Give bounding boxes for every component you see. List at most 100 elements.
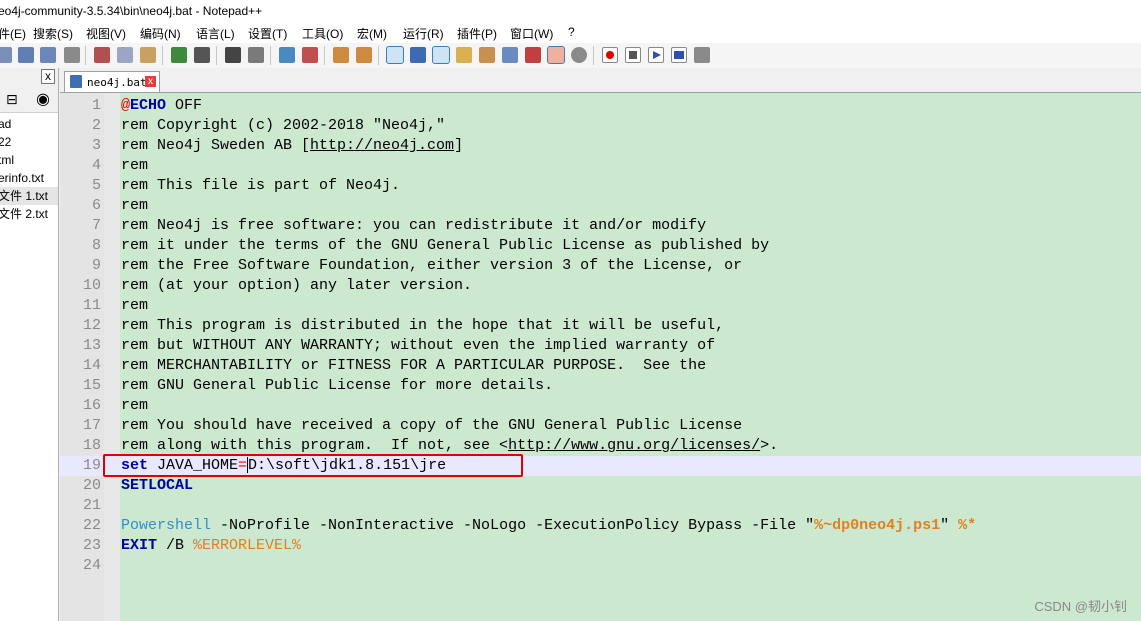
line-text[interactable]: rem MERCHANTABILITY or FITNESS FOR A PAR… <box>121 356 706 376</box>
function-list-icon[interactable] <box>479 47 495 63</box>
locate-icon[interactable]: ◉ <box>36 89 50 109</box>
line-text[interactable]: EXIT /B %ERRORLEVEL% <box>121 536 301 556</box>
line-number: 3 <box>91 137 101 154</box>
code-line[interactable]: 22 Powershell -NoProfile -NonInteractive … <box>60 516 1141 536</box>
code-line[interactable]: 23 EXIT /B %ERRORLEVEL% <box>60 536 1141 556</box>
undo-icon[interactable] <box>171 47 187 63</box>
word-wrap-icon[interactable] <box>386 46 404 64</box>
monitoring-icon[interactable] <box>525 47 541 63</box>
line-text[interactable]: rem <box>121 196 148 216</box>
list-item[interactable]: 文件 2.txt <box>0 205 58 223</box>
line-text[interactable]: rem Copyright (c) 2002-2018 "Neo4j," <box>121 116 445 136</box>
tab-neo4j-bat[interactable]: neo4j.bat x <box>64 71 160 92</box>
list-item[interactable]: 文件 1.txt <box>0 187 58 205</box>
doc-switcher-icon[interactable] <box>547 46 565 64</box>
list-item[interactable]: tml <box>0 151 58 169</box>
code-line[interactable]: 14 rem MERCHANTABILITY or FITNESS FOR A P… <box>60 356 1141 376</box>
line-text[interactable]: rem (at your option) any later version. <box>121 276 472 296</box>
menu-macro[interactable]: 宏(M) <box>357 25 387 42</box>
code-line[interactable]: 6 rem <box>60 196 1141 216</box>
menu-plugins[interactable]: 插件(P) <box>457 25 497 42</box>
line-text[interactable]: @ECHO OFF <box>121 96 202 116</box>
record-macro-icon[interactable] <box>602 47 618 63</box>
line-text[interactable]: rem it under the terms of the GNU Genera… <box>121 236 769 256</box>
code-line[interactable]: 20 SETLOCAL <box>60 476 1141 496</box>
line-text[interactable]: rem <box>121 396 148 416</box>
code-line[interactable]: 21 <box>60 496 1141 516</box>
code-line[interactable]: 8 rem it under the terms of the GNU Gener… <box>60 236 1141 256</box>
print-icon[interactable] <box>64 47 80 63</box>
line-text[interactable]: SETLOCAL <box>121 476 193 496</box>
menu-encoding[interactable]: 编码(N) <box>140 25 181 42</box>
stop-record-icon[interactable] <box>625 47 641 63</box>
collapse-all-icon[interactable]: ⊟ <box>6 91 18 108</box>
line-text[interactable]: rem but WITHOUT ANY WARRANTY; without ev… <box>121 336 715 356</box>
cut-icon[interactable] <box>94 47 110 63</box>
save-icon[interactable] <box>18 47 34 63</box>
code-line[interactable]: 13 rem but WITHOUT ANY WARRANTY; without … <box>60 336 1141 356</box>
indent-guide-icon[interactable] <box>432 46 450 64</box>
file-saved-icon <box>70 75 82 88</box>
editor[interactable]: 1 @ECHO OFF 2 rem Copyright (c) 2002-2018 … <box>60 93 1141 621</box>
doc-map-icon[interactable] <box>456 47 472 63</box>
new-file-icon[interactable] <box>0 47 12 63</box>
code-line[interactable]: 17 rem You should have received a copy of… <box>60 416 1141 436</box>
code-line[interactable]: 9 rem the Free Software Foundation, eithe… <box>60 256 1141 276</box>
code-line[interactable]: 11 rem <box>60 296 1141 316</box>
line-text[interactable]: rem GNU General Public License for more … <box>121 376 553 396</box>
code-line[interactable]: 2 rem Copyright (c) 2002-2018 "Neo4j," <box>60 116 1141 136</box>
line-text[interactable]: rem Neo4j is free software: you can redi… <box>121 216 706 236</box>
preview-icon[interactable] <box>571 47 587 63</box>
code-line[interactable]: 24 <box>60 556 1141 576</box>
save-all-icon[interactable] <box>40 47 56 63</box>
code-line[interactable]: 5 rem This file is part of Neo4j. <box>60 176 1141 196</box>
panel-close-icon[interactable]: x <box>41 69 55 84</box>
save-macro-icon[interactable] <box>694 47 710 63</box>
menu-settings[interactable]: 设置(T) <box>248 25 287 42</box>
line-text[interactable]: rem This file is part of Neo4j. <box>121 176 400 196</box>
menu-help[interactable]: ? <box>568 25 575 39</box>
zoom-in-icon[interactable] <box>279 47 295 63</box>
menu-language[interactable]: 语言(L) <box>196 25 235 42</box>
code-line[interactable]: 10 rem (at your option) any later version… <box>60 276 1141 296</box>
list-item[interactable]: erinfo.txt <box>0 169 58 187</box>
redo-icon[interactable] <box>194 47 210 63</box>
list-item[interactable]: ad <box>0 115 58 133</box>
code-line[interactable]: 18 rem along with this program. If not, s… <box>60 436 1141 456</box>
code-line[interactable]: 1 @ECHO OFF <box>60 96 1141 116</box>
line-text[interactable]: rem <box>121 296 148 316</box>
line-text[interactable]: rem the Free Software Foundation, either… <box>121 256 742 276</box>
line-text[interactable]: rem You should have received a copy of t… <box>121 416 742 436</box>
zoom-out-icon[interactable] <box>302 47 318 63</box>
code-line[interactable]: 15 rem GNU General Public License for mor… <box>60 376 1141 396</box>
play-macro-icon[interactable] <box>648 47 664 63</box>
code-line[interactable]: 3 rem Neo4j Sweden AB [http://neo4j.com] <box>60 136 1141 156</box>
run-macro-multiple-icon[interactable] <box>671 47 687 63</box>
line-text[interactable]: rem Neo4j Sweden AB [http://neo4j.com] <box>121 136 463 156</box>
code-line[interactable]: 7 rem Neo4j is free software: you can red… <box>60 216 1141 236</box>
menu-run[interactable]: 运行(R) <box>403 25 444 42</box>
line-text[interactable]: rem <box>121 156 148 176</box>
sync-vertical-icon[interactable] <box>333 47 349 63</box>
line-text[interactable]: rem This program is distributed in the h… <box>121 316 724 336</box>
sync-horizontal-icon[interactable] <box>356 47 372 63</box>
menu-tools[interactable]: 工具(O) <box>302 25 343 42</box>
paste-icon[interactable] <box>140 47 156 63</box>
line-text[interactable]: Powershell -NoProfile -NonInteractive -N… <box>121 516 976 536</box>
show-all-chars-icon[interactable] <box>410 47 426 63</box>
list-item[interactable]: 22 <box>0 133 58 151</box>
line-number: 14 <box>82 357 101 374</box>
line-text[interactable]: rem along with this program. If not, see… <box>121 436 778 456</box>
menu-window[interactable]: 窗口(W) <box>510 25 553 42</box>
code-line[interactable]: 16 rem <box>60 396 1141 416</box>
copy-icon[interactable] <box>117 47 133 63</box>
tab-close-icon[interactable]: x <box>145 76 156 87</box>
menu-search[interactable]: 搜索(S) <box>33 25 73 42</box>
folder-workspace-icon[interactable] <box>502 47 518 63</box>
find-icon[interactable] <box>225 47 241 63</box>
menu-file[interactable]: 件(E) <box>0 25 26 42</box>
menu-view[interactable]: 视图(V) <box>86 25 126 42</box>
replace-icon[interactable] <box>248 47 264 63</box>
code-line[interactable]: 12 rem This program is distributed in the… <box>60 316 1141 336</box>
code-line[interactable]: 4 rem <box>60 156 1141 176</box>
